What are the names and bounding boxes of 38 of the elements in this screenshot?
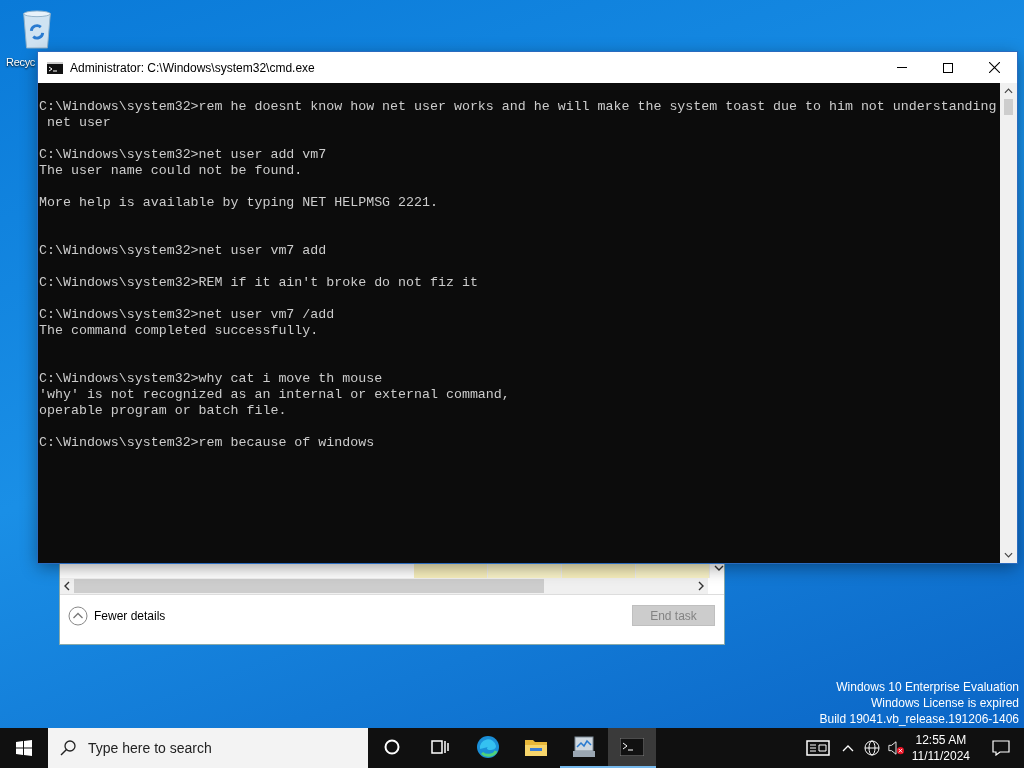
fewer-details-button[interactable]: Fewer details [68,605,166,626]
chevron-up-icon[interactable] [841,744,854,752]
globe-icon[interactable] [863,740,880,756]
search-icon [60,740,76,756]
scroll-up-icon[interactable] [1004,88,1013,94]
minimize-icon [897,67,907,68]
license-notice-text: Build 19041.vb_release.191206-1406 [819,711,1019,727]
collapse-icon [68,605,88,626]
license-notice-text: Windows 10 Enterprise Evaluation [836,679,1019,695]
scroll-right-icon[interactable] [698,581,704,591]
scroll-down-icon[interactable] [1004,552,1013,558]
taskbar-app-button[interactable] [608,728,656,768]
horizontal-scrollbar[interactable] [60,578,708,594]
window-title: Administrator: C:\Windows\system32\cmd.exe [70,60,315,75]
clock-time[interactable]: 12:55 AM [915,732,967,748]
license-notice-text: Windows License is expired [870,695,1019,711]
scroll-left-icon[interactable] [64,581,70,591]
vertical-scrollbar[interactable] [1000,83,1017,563]
task-view-icon [431,739,449,755]
browser-icon [476,735,500,759]
terminal-icon [47,61,63,74]
scroll-thumb[interactable] [1004,99,1013,115]
clock-date[interactable]: 11/11/2024 [911,748,970,764]
speaker-icon[interactable] [887,740,904,756]
close-icon [988,62,1000,73]
circle-icon [384,739,400,755]
windows-logo-icon [16,740,32,756]
terminal-icon [620,738,644,756]
console-output: C:\Windows\system32>rem he doesnt know how net user works and he will make the system toast due to him not understanding net user C:\Windows\system32>net user add vm7 The user name could not be found. More help is available by typing NET HELPMSG 2221. C:\Windows\system32>net user vm7 add C:\Windows\system32>REM if it ain't broke do not fiz it C:\Windows\system32>net user vm7 /add The command completed successfully. C:\Windows\system32>why cat i move th mouse 'why' is not recognized as an internal or external command, operable program or batch file. C:\Windows\system32>rem because of windows [38,98,998,452]
folder-icon [524,737,548,757]
search-field[interactable]: Type here to search [48,728,368,768]
scroll-thumb[interactable] [74,579,544,593]
notifications-icon[interactable] [992,740,1010,756]
news-icon[interactable] [805,739,830,757]
monitor-chart-icon [572,736,596,758]
maximize-icon [943,62,953,73]
desktop-icon-label: Recyc [6,56,36,68]
scroll-down-icon[interactable] [714,565,724,571]
